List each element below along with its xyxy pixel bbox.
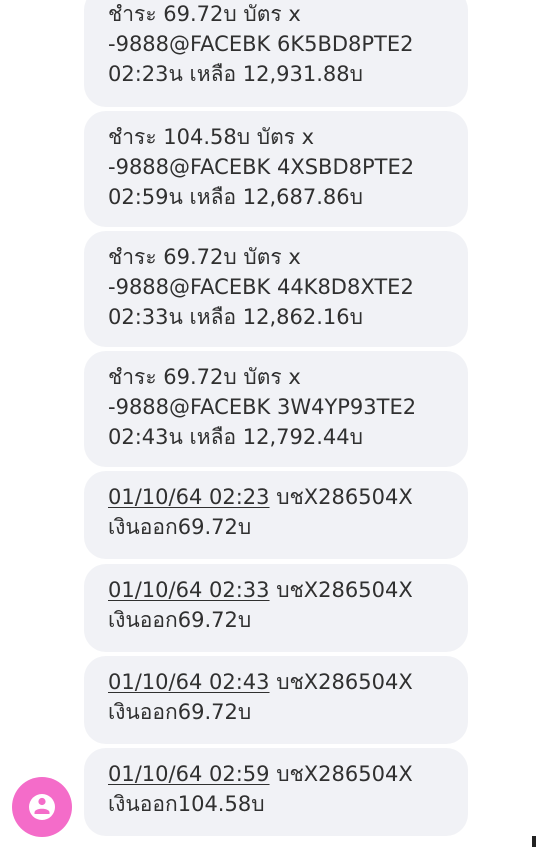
datetime-link[interactable]: 01/10/64 02:33 [108,578,270,602]
datetime-link[interactable]: 01/10/64 02:59 [108,762,270,786]
message-line: 01/10/64 02:23 บชX286504X [108,482,460,512]
message-line: เงินออก69.72บ [108,515,252,539]
message-bubble[interactable]: ชำระ 69.72บ บัตร x -9888@FACEBK 44K8D8XT… [84,231,468,347]
account-text: บชX286504X [269,762,413,786]
message-bubble[interactable]: ชำระ 104.58บ บัตร x -9888@FACEBK 4XSBD8P… [84,111,468,227]
account-text: บชX286504X [269,485,413,509]
message-line: ชำระ 69.72บ บัตร x [108,245,301,269]
message-line: -9888@FACEBK 44K8D8XTE2 [108,275,414,299]
message-bubble[interactable]: ชำระ 69.72บ บัตร x -9888@FACEBK 3W4YP93T… [84,351,468,467]
message-line: 02:23น เหลือ 12,931.88บ [108,62,363,86]
message-line: 01/10/64 02:59 บชX286504X [108,759,460,789]
message-line: ชำระ 69.72บ บัตร x [108,2,301,26]
message-bubble[interactable]: 01/10/64 02:33 บชX286504X เงินออก69.72บ [84,564,468,652]
message-bubble[interactable]: 01/10/64 02:59 บชX286504X เงินออก104.58บ [84,748,468,836]
datetime-link[interactable]: 01/10/64 02:43 [108,670,270,694]
message-line: เงินออก104.58บ [108,792,265,816]
message-bubble[interactable]: 01/10/64 02:23 บชX286504X เงินออก69.72บ [84,471,468,559]
message-line: เงินออก69.72บ [108,700,252,724]
account-text: บชX286504X [269,670,413,694]
message-line: ชำระ 69.72บ บัตร x [108,365,301,389]
message-line: 01/10/64 02:43 บชX286504X [108,667,460,697]
message-line: เงินออก69.72บ [108,608,252,632]
message-line: 02:33น เหลือ 12,862.16บ [108,305,363,329]
message-line: -9888@FACEBK 6K5BD8PTE2 [108,32,414,56]
person-icon [29,794,55,820]
message-line: 01/10/64 02:33 บชX286504X [108,575,460,605]
account-text: บชX286504X [269,578,413,602]
datetime-link[interactable]: 01/10/64 02:23 [108,485,270,509]
message-line: -9888@FACEBK 4XSBD8PTE2 [108,155,415,179]
message-line: 02:43น เหลือ 12,792.44บ [108,425,363,449]
message-line: 02:59น เหลือ 12,687.86บ [108,185,363,209]
message-line: -9888@FACEBK 3W4YP93TE2 [108,395,417,419]
message-bubble[interactable]: ชำระ 69.72บ บัตร x -9888@FACEBK 6K5BD8PT… [84,0,468,107]
message-line: ชำระ 104.58บ บัตร x [108,125,315,149]
avatar[interactable] [12,777,72,837]
message-thread[interactable]: ชำระ 69.72บ บัตร x -9888@FACEBK 6K5BD8PT… [0,0,540,847]
scrollbar-thumb[interactable] [532,836,536,847]
message-bubble[interactable]: 01/10/64 02:43 บชX286504X เงินออก69.72บ [84,656,468,744]
